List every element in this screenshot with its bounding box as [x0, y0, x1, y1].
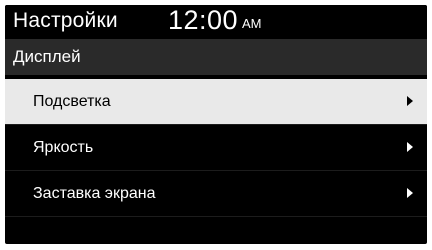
chevron-right-icon [407, 188, 413, 198]
section-title: Дисплей [13, 47, 81, 66]
clock-ampm: AM [242, 16, 262, 31]
page-title: Настройки [13, 9, 118, 32]
menu-item-screensaver[interactable]: Заставка экрана [5, 171, 427, 216]
status-bar: Настройки 12:00 AM [5, 5, 427, 37]
screen: Настройки 12:00 AM Дисплей Подсветка Ярк… [5, 5, 427, 244]
clock-time: 12:00 [168, 5, 239, 35]
divider [5, 216, 427, 217]
menu-item-label: Яркость [33, 139, 94, 156]
menu-item-backlight[interactable]: Подсветка [5, 79, 427, 124]
menu-item-label: Заставка экрана [33, 185, 156, 202]
section-header: Дисплей [5, 39, 427, 75]
menu-item-brightness[interactable]: Яркость [5, 125, 427, 170]
menu-item-label: Подсветка [33, 93, 111, 110]
chevron-right-icon [407, 142, 413, 152]
chevron-right-icon [407, 96, 413, 106]
